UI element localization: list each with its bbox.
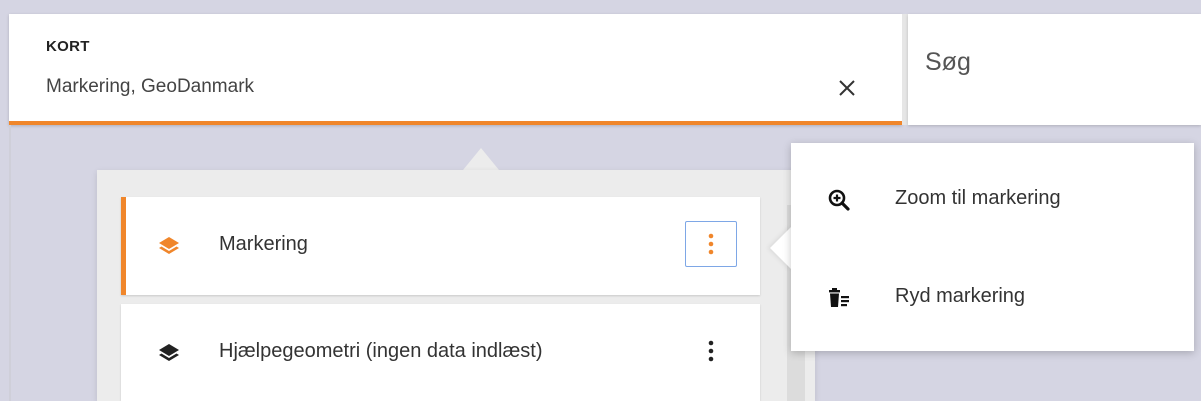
layer-context-menu: Zoom til markering Ryd markering <box>791 143 1194 351</box>
more-vertical-icon <box>708 340 714 362</box>
layer-item-hjaelpegeometri[interactable]: Hjælpegeometri (ingen data indlæst) <box>121 304 760 401</box>
layer-item-label: Markering <box>219 233 308 255</box>
search-input[interactable] <box>925 44 1185 80</box>
layer-item-markering[interactable]: Markering <box>121 197 760 295</box>
layer-options-button[interactable] <box>685 221 737 267</box>
window-edge <box>9 125 11 401</box>
map-header: KORT Markering, GeoDanmark <box>9 14 902 125</box>
panel-pointer <box>463 148 499 170</box>
close-icon <box>839 80 855 96</box>
menu-item-label: Zoom til markering <box>895 187 1061 209</box>
more-vertical-icon <box>708 233 714 255</box>
zoom-to-selection-item[interactable]: Zoom til markering <box>791 165 1194 235</box>
menu-item-label: Ryd markering <box>895 285 1026 307</box>
close-button[interactable] <box>831 72 863 104</box>
clear-list-icon <box>829 288 849 307</box>
zoom-in-icon <box>828 189 850 211</box>
layer-options-button[interactable] <box>685 328 737 374</box>
search-header <box>908 14 1201 125</box>
app-window: KORT Markering, GeoDanmark Markering <box>0 0 1201 401</box>
layers-icon <box>159 344 179 361</box>
map-header-title: KORT <box>46 38 90 55</box>
clear-selection-item[interactable]: Ryd markering <box>791 263 1194 333</box>
layer-item-label: Hjælpegeometri (ingen data indlæst) <box>219 340 543 362</box>
layers-icon <box>159 237 179 254</box>
context-menu-pointer <box>770 226 792 270</box>
map-header-subtitle: Markering, GeoDanmark <box>46 76 255 97</box>
